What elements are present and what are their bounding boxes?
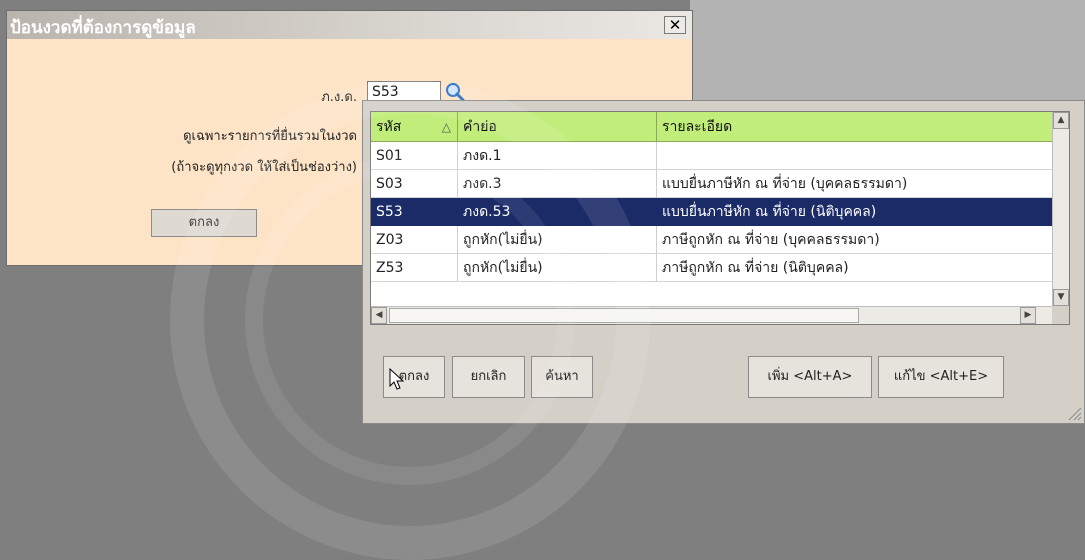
filter-note-line2: (ถ้าจะดูทุกงวด ให้ใส่เป็นช่องว่าง) (171, 160, 357, 175)
cell-abbr: ถูกหัก(ไม่ยื่น) (458, 254, 657, 282)
table-row-selected[interactable]: S53 ภงด.53 แบบยื่นภาษีหัก ณ ที่จ่าย (นิต… (371, 198, 1053, 226)
cell-code: S01 (371, 142, 458, 170)
cell-code: S53 (371, 198, 458, 226)
table-row[interactable]: Z53 ถูกหัก(ไม่ยื่น) ภาษีถูกหัก ณ ที่จ่าย… (371, 254, 1053, 282)
cell-code: Z03 (371, 226, 458, 254)
vertical-scrollbar[interactable]: ▲ ▼ (1052, 112, 1069, 306)
form-label: ภ.ง.ด. (321, 90, 357, 105)
dialog-title: ป้อนงวดที่ต้องการดูข้อมูล (10, 18, 196, 38)
column-header-abbr[interactable]: คำย่อ (458, 112, 657, 142)
add-button[interactable]: เพิ่ม <Alt+A> (748, 356, 872, 398)
scrollbar-corner (1052, 306, 1069, 324)
cell-description: ภาษีถูกหัก ณ ที่จ่าย (นิติบุคคล) (657, 254, 1053, 282)
scroll-left-button[interactable]: ◀ (371, 307, 387, 324)
cancel-button[interactable]: ยกเลิก (452, 356, 525, 398)
horizontal-scrollbar[interactable]: ◀ ▶ (371, 306, 1053, 324)
edit-button[interactable]: แก้ไข <Alt+E> (878, 356, 1004, 398)
table-row[interactable]: S01 ภงด.1 (371, 142, 1053, 170)
cell-abbr: ภงด.1 (458, 142, 657, 170)
mouse-cursor-icon (389, 368, 405, 390)
filter-note-line1: ดูเฉพาะรายการที่ยื่นรวมในงวด (183, 129, 357, 144)
search-button[interactable]: ค้นหา (531, 356, 593, 398)
cell-code: Z53 (371, 254, 458, 282)
scroll-down-button[interactable]: ▼ (1053, 289, 1069, 306)
cell-abbr: ภงด.53 (458, 198, 657, 226)
scroll-right-button[interactable]: ▶ (1020, 307, 1036, 324)
grid-header: รหัส △ คำย่อ รายละเอียด (371, 112, 1053, 142)
close-icon: ✕ (668, 16, 682, 34)
resize-grip-icon[interactable] (1066, 405, 1082, 421)
cell-code: S03 (371, 170, 458, 198)
tax-form-grid[interactable]: รหัส △ คำย่อ รายละเอียด S01 ภงด.1 S03 ภง… (370, 111, 1070, 325)
column-header-description[interactable]: รายละเอียด (657, 112, 1053, 142)
dialog-titlebar[interactable]: ป้อนงวดที่ต้องการดูข้อมูล ✕ (7, 11, 692, 39)
cell-description (657, 142, 1053, 170)
cell-description: แบบยื่นภาษีหัก ณ ที่จ่าย (นิติบุคคล) (657, 198, 1053, 226)
cell-abbr: ภงด.3 (458, 170, 657, 198)
cell-description: แบบยื่นภาษีหัก ณ ที่จ่าย (บุคคลธรรมดา) (657, 170, 1053, 198)
scroll-up-button[interactable]: ▲ (1053, 112, 1069, 129)
close-button[interactable]: ✕ (664, 16, 686, 34)
table-row[interactable]: Z03 ถูกหัก(ไม่ยื่น) ภาษีถูกหัก ณ ที่จ่าย… (371, 226, 1053, 254)
sort-ascending-icon: △ (441, 120, 451, 134)
cell-abbr: ถูกหัก(ไม่ยื่น) (458, 226, 657, 254)
column-header-code[interactable]: รหัส △ (371, 112, 458, 142)
lookup-dialog: รหัส △ คำย่อ รายละเอียด S01 ภงด.1 S03 ภง… (362, 100, 1085, 424)
table-row[interactable]: S03 ภงด.3 แบบยื่นภาษีหัก ณ ที่จ่าย (บุคค… (371, 170, 1053, 198)
scroll-thumb[interactable] (389, 308, 859, 323)
cell-description: ภาษีถูกหัก ณ ที่จ่าย (บุคคลธรรมดา) (657, 226, 1053, 254)
period-ok-button[interactable]: ตกลง (151, 209, 257, 237)
